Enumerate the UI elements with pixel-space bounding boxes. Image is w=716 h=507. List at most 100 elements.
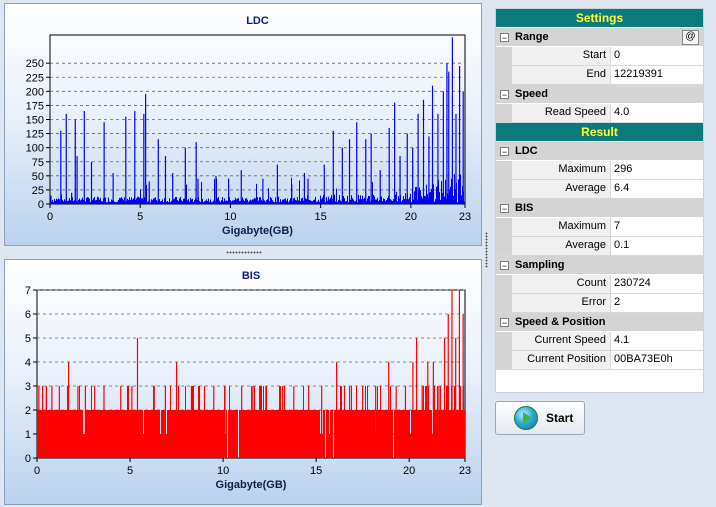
property-grid: Settings − Range @ Start 0 End 12219391 … xyxy=(495,8,704,393)
current-position-value: 00BA73E0h xyxy=(611,351,703,369)
y-tick-label: 75 xyxy=(32,157,44,169)
play-icon xyxy=(514,406,538,430)
x-axis-label: Gigabyte(GB) xyxy=(222,225,293,237)
current-speed-value: 4.1 xyxy=(611,332,703,350)
x-tick-label: 5 xyxy=(137,211,143,223)
x-tick-label: 15 xyxy=(310,465,322,477)
y-tick-label: 125 xyxy=(26,129,44,141)
property-row[interactable]: Error 2 xyxy=(496,294,703,313)
collapse-icon[interactable]: − xyxy=(500,32,509,42)
category-label: BIS xyxy=(515,202,534,214)
ldc-chart-panel: LDC 0 25 50 75 100 125 150 175 200 225 250 0 5 10 15 20 2… xyxy=(4,3,482,246)
start-value-field[interactable]: 0 xyxy=(611,47,703,65)
x-tick-label: 15 xyxy=(315,211,327,223)
bis-chart-panel: BIS 0 1 2 3 4 5 6 7 0 5 10 15 20 23 Gigabyte(GB) xyxy=(4,259,482,505)
property-name: Start xyxy=(512,47,611,65)
property-name: Read Speed xyxy=(512,104,611,122)
property-name: Maximum xyxy=(512,161,611,179)
x-tick-label: 10 xyxy=(217,465,229,477)
y-tick-label: 250 xyxy=(26,58,44,70)
result-header: Result xyxy=(496,123,703,142)
property-row[interactable]: Maximum 296 xyxy=(496,161,703,180)
sampling-error-value: 2 xyxy=(611,294,703,312)
vertical-splitter[interactable] xyxy=(483,0,491,507)
x-tick-label: 0 xyxy=(47,211,53,223)
start-button-label: Start xyxy=(546,411,574,425)
ldc-maximum-value: 296 xyxy=(611,161,703,179)
property-name: Error xyxy=(512,294,611,312)
category-range[interactable]: − Range @ xyxy=(496,28,703,47)
collapse-icon[interactable]: − xyxy=(500,146,509,156)
category-label: Speed xyxy=(515,88,549,100)
y-tick-label: 3 xyxy=(25,381,31,393)
category-speed[interactable]: − Speed xyxy=(496,85,703,104)
bis-chart: BIS012345670 5 10 15 20 23Gigabyte(GB) xyxy=(25,270,471,491)
property-row[interactable]: Count 230724 xyxy=(496,275,703,294)
end-value-field[interactable]: 12219391 xyxy=(611,66,703,84)
property-row[interactable]: Average 0.1 xyxy=(496,237,703,256)
x-tick-label: 10 xyxy=(224,211,236,223)
y-tick-label: 200 xyxy=(26,86,44,98)
splitter-grip-icon xyxy=(485,232,488,268)
category-speed-position[interactable]: − Speed & Position xyxy=(496,313,703,332)
ldc-average-value: 6.4 xyxy=(611,180,703,198)
category-sampling[interactable]: − Sampling xyxy=(496,256,703,275)
bis-maximum-value: 7 xyxy=(611,218,703,236)
x-tick-label: 23 xyxy=(459,211,471,223)
settings-header: Settings xyxy=(496,9,703,28)
property-row[interactable]: Maximum 7 xyxy=(496,218,703,237)
ldc-chart: LDC 0 25 50 75 100 125 150 175 200 225 250 0 5 10 15 20 2… xyxy=(26,15,471,237)
property-name: Average xyxy=(512,180,611,198)
property-name: Average xyxy=(512,237,611,255)
y-tick-label: 225 xyxy=(26,72,44,84)
y-tick-label: 5 xyxy=(25,333,31,345)
y-tick-label: 0 xyxy=(25,453,31,465)
collapse-icon[interactable]: − xyxy=(500,203,509,213)
y-tick-label: 6 xyxy=(25,309,31,321)
chart-title: BIS xyxy=(242,270,260,282)
y-tick-label: 100 xyxy=(26,143,44,155)
y-tick-label: 2 xyxy=(25,405,31,417)
at-button[interactable]: @ xyxy=(682,29,699,45)
x-tick-label: 0 xyxy=(34,465,40,477)
collapse-icon[interactable]: − xyxy=(500,260,509,270)
property-name: Count xyxy=(512,275,611,293)
property-name: Maximum xyxy=(512,218,611,236)
y-tick-label: 50 xyxy=(32,171,44,183)
category-bis[interactable]: − BIS xyxy=(496,199,703,218)
category-ldc[interactable]: − LDC xyxy=(496,142,703,161)
sampling-count-value: 230724 xyxy=(611,275,703,293)
property-name: Current Position xyxy=(512,351,611,369)
horizontal-splitter[interactable] xyxy=(4,247,482,258)
y-tick-label: 4 xyxy=(25,357,31,369)
chart-title: LDC xyxy=(246,15,269,27)
splitter-grip-icon xyxy=(226,251,262,254)
category-label: Sampling xyxy=(515,259,565,271)
category-label: LDC xyxy=(515,145,538,157)
bis-average-value: 0.1 xyxy=(611,237,703,255)
property-row[interactable]: Average 6.4 xyxy=(496,180,703,199)
property-row[interactable]: Current Speed 4.1 xyxy=(496,332,703,351)
x-tick-label: 23 xyxy=(459,465,471,477)
collapse-icon[interactable]: − xyxy=(500,317,509,327)
property-row[interactable]: Read Speed 4.0 xyxy=(496,104,703,123)
read-speed-field[interactable]: 4.0 xyxy=(611,104,703,122)
series-baseline xyxy=(37,386,465,458)
y-tick-label: 25 xyxy=(32,185,44,197)
collapse-icon[interactable]: − xyxy=(500,89,509,99)
category-label: Range xyxy=(515,31,549,43)
x-tick-label: 20 xyxy=(403,465,415,477)
property-row[interactable]: End 12219391 xyxy=(496,66,703,85)
property-row[interactable]: Start 0 xyxy=(496,47,703,66)
property-name: Current Speed xyxy=(512,332,611,350)
y-tick-label: 150 xyxy=(26,115,44,127)
y-tick-label: 175 xyxy=(26,100,44,112)
x-tick-label: 5 xyxy=(127,465,133,477)
x-tick-label: 20 xyxy=(405,211,417,223)
y-tick-label: 7 xyxy=(25,285,31,297)
start-button[interactable]: Start xyxy=(495,401,585,435)
property-row[interactable]: Current Position 00BA73E0h xyxy=(496,351,703,370)
y-tick-label: 0 xyxy=(38,199,44,211)
category-label: Speed & Position xyxy=(515,316,606,328)
y-tick-label: 1 xyxy=(25,429,31,441)
